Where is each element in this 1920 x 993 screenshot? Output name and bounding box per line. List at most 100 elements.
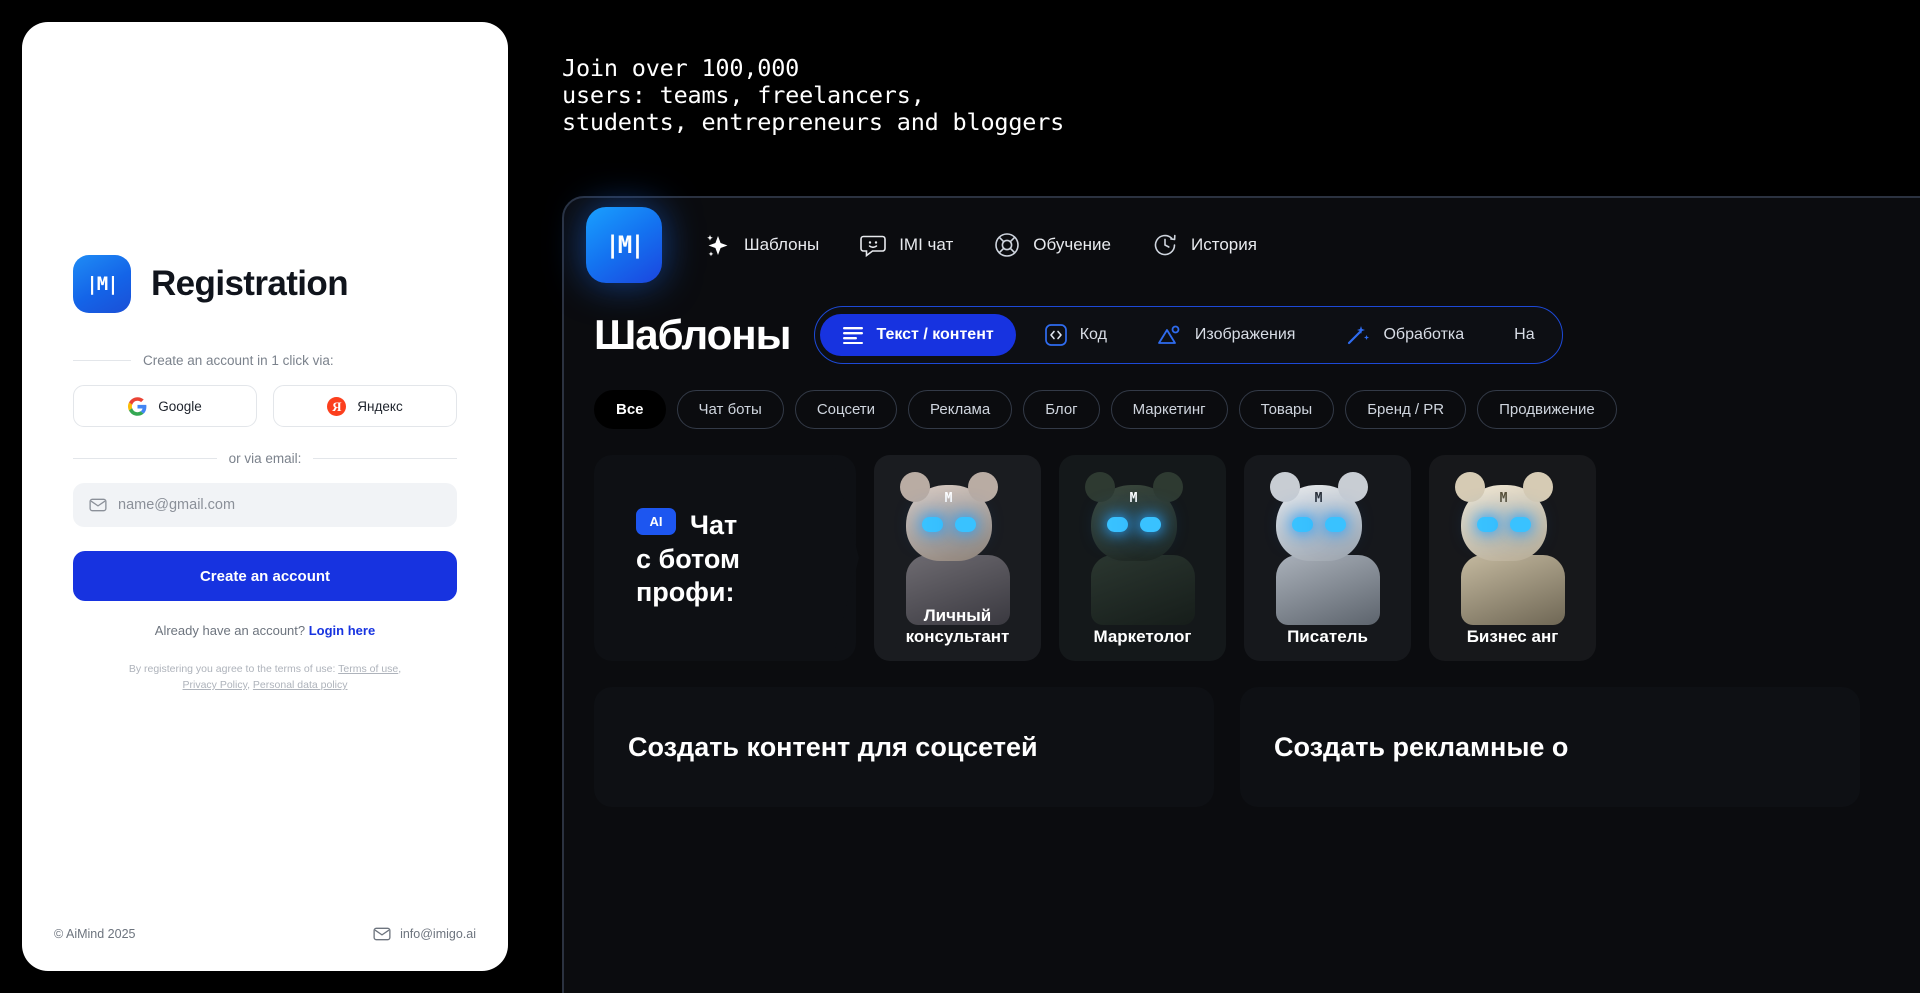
nav-item-chat[interactable]: IMI чат — [859, 231, 953, 259]
tab-label: На — [1514, 326, 1535, 343]
brand-row: |M| Registration — [73, 255, 457, 314]
lifebuoy-icon — [995, 233, 1020, 257]
login-prompt-text: Already have an account? — [154, 623, 309, 639]
chat-card-top: AI Чат — [636, 507, 856, 543]
chat-card-line1: Чат — [690, 509, 738, 540]
envelope-icon — [373, 927, 391, 941]
personal-data-policy-link[interactable]: Personal data policy — [253, 679, 348, 691]
bot-card-consultant[interactable]: M Личный консультант — [874, 455, 1041, 661]
bot-card-label: Писатель — [1287, 626, 1368, 646]
wide-cards-row: Создать контент для соцсетей Создать рек… — [564, 661, 1920, 807]
login-here-link[interactable]: Login here — [309, 623, 375, 638]
chat-with-bot-card[interactable]: AI Чат с ботом профи: — [594, 455, 856, 661]
chat-smile-icon — [860, 235, 886, 258]
chip-marketing[interactable]: Маркетинг — [1110, 390, 1228, 429]
yandex-signin-button[interactable]: Я Яндекс — [273, 385, 457, 428]
divider-line — [73, 360, 131, 362]
divider-line-right — [313, 458, 457, 460]
google-signin-button[interactable]: Google — [73, 385, 257, 428]
magic-wand-icon — [1348, 326, 1370, 345]
chip-ads[interactable]: Реклама — [908, 390, 1013, 429]
registration-panel: |M| Registration Create an account in 1 … — [22, 22, 508, 971]
nav-item-label: IMI чат — [899, 235, 954, 254]
templates-header: Шаблоны Текст / контент Код Изображения … — [564, 292, 1920, 364]
social-divider: Create an account in 1 click via: — [73, 353, 457, 368]
chip-blog[interactable]: Блог — [1023, 390, 1100, 429]
google-icon — [128, 396, 147, 416]
social-divider-label: Create an account in 1 click via: — [143, 353, 334, 369]
nav-item-label: Шаблоны — [744, 235, 820, 254]
email-divider: or via email: — [73, 451, 457, 466]
chip-chatbots[interactable]: Чат боты — [676, 390, 784, 429]
nav-item-history[interactable]: История — [1151, 231, 1257, 259]
yandex-icon: Я — [327, 396, 347, 416]
divider-line-left — [73, 458, 217, 460]
nav-item-learning[interactable]: Обучение — [993, 231, 1111, 259]
registration-form: |M| Registration Create an account in 1 … — [22, 22, 508, 927]
chip-goods[interactable]: Товары — [1238, 390, 1335, 429]
image-icon — [1158, 325, 1180, 344]
privacy-policy-link[interactable]: Privacy Policy — [183, 679, 248, 691]
nav-item-label: История — [1191, 235, 1257, 254]
tab-text-content[interactable]: Текст / контент — [820, 314, 1016, 356]
ai-badge: AI — [636, 507, 676, 535]
promo-headline: Join over 100,000 users: teams, freelanc… — [562, 54, 1065, 136]
template-tabs: Текст / контент Код Изображения Обработк… — [814, 306, 1563, 364]
legal-sep-1: , — [398, 663, 402, 676]
app-logo-mark: |M| — [605, 231, 644, 259]
bot-card-label: Бизнес анг — [1466, 626, 1559, 646]
chip-social[interactable]: Соцсети — [794, 390, 898, 429]
page-root: |M| Registration Create an account in 1 … — [0, 0, 1920, 993]
bot-card-label: Маркетолог — [1093, 626, 1192, 646]
social-buttons: Google Я Яндекс — [73, 385, 457, 428]
logo-mark: |M| — [86, 273, 118, 296]
nav-item-templates[interactable]: Шаблоны — [702, 230, 819, 260]
bot-card-marketer[interactable]: M Маркетолог — [1059, 455, 1226, 661]
email-field-wrapper[interactable] — [73, 483, 457, 528]
tab-label: Обработка — [1383, 326, 1465, 343]
contact-email[interactable]: info@imigo.ai — [373, 927, 476, 941]
sparkle-icon — [707, 235, 728, 257]
google-signin-label: Google — [158, 398, 202, 414]
wide-card-ads[interactable]: Создать рекламные о — [1240, 687, 1860, 807]
yandex-signin-label: Яндекс — [357, 398, 403, 414]
tab-code[interactable]: Код — [1022, 312, 1129, 358]
app-nav-items: Шаблоны IMI чат Обучение История — [702, 230, 1257, 260]
chip-promotion[interactable]: Продвижение — [1477, 390, 1617, 429]
create-account-button[interactable]: Create an account — [73, 551, 457, 602]
app-preview: |M| Шаблоны IMI чат Обучение История Шаб… — [562, 196, 1920, 993]
tab-images[interactable]: Изображения — [1135, 312, 1318, 358]
bot-card-writer[interactable]: M Писатель — [1244, 455, 1411, 661]
legal-text: By registering you agree to the terms of… — [129, 662, 401, 694]
app-logo-icon[interactable]: |M| — [586, 207, 662, 283]
page-title: Registration — [151, 264, 349, 304]
tab-label: Код — [1079, 326, 1107, 343]
copyright-text: © AiMind 2025 — [54, 927, 136, 941]
clock-history-icon — [1154, 234, 1176, 256]
wide-card-social-content[interactable]: Создать контент для соцсетей — [594, 687, 1214, 807]
code-brackets-icon — [1044, 324, 1067, 346]
chip-all[interactable]: Все — [594, 390, 666, 429]
tab-label: Изображения — [1194, 326, 1296, 343]
email-input[interactable] — [118, 497, 441, 514]
app-logo-icon: |M| — [73, 255, 131, 314]
tab-processing[interactable]: Обработка — [1323, 312, 1486, 358]
template-cards-row: AI Чат с ботом профи: M Личный консульта… — [564, 429, 1920, 661]
panel-footer: © AiMind 2025 info@imigo.ai — [22, 927, 508, 971]
bot-card-label: Личный консультант — [905, 606, 1010, 646]
section-title: Шаблоны — [594, 311, 791, 358]
bot-card-business-english[interactable]: M Бизнес анг — [1429, 455, 1596, 661]
chat-card-rest: с ботом профи: — [636, 543, 740, 607]
category-chips: Все Чат боты Соцсети Реклама Блог Маркет… — [564, 364, 1920, 429]
login-prompt: Already have an account? Login here — [155, 623, 375, 638]
terms-of-use-link[interactable]: Terms of use — [338, 663, 398, 675]
envelope-icon — [89, 498, 107, 512]
email-divider-label: or via email: — [228, 451, 302, 467]
nav-item-label: Обучение — [1033, 235, 1111, 254]
text-lines-icon — [843, 327, 864, 344]
tab-overflow[interactable]: На — [1492, 315, 1556, 355]
app-navbar: |M| Шаблоны IMI чат Обучение История — [564, 198, 1920, 292]
promo-panel: Join over 100,000 users: teams, freelanc… — [508, 0, 1920, 993]
chip-brand-pr[interactable]: Бренд / PR — [1345, 390, 1467, 429]
legal-prefix: By registering you agree to the terms of… — [128, 663, 339, 676]
